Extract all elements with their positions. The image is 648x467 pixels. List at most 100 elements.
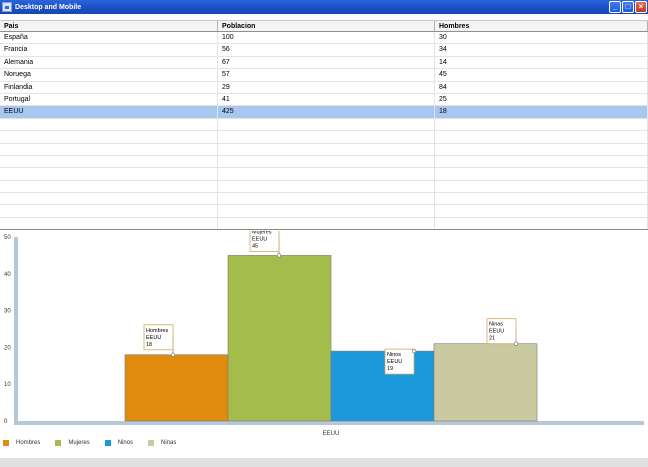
- tooltip-text: Mujeres: [252, 231, 272, 235]
- table-cell: Noruega: [0, 69, 218, 81]
- minimize-icon[interactable]: _: [609, 1, 621, 13]
- chart-canvas: 01020304050EEUUHombresEEUU18MujeresEEUU4…: [4, 231, 644, 437]
- table-cell: 57: [218, 69, 435, 81]
- table-row[interactable]: Portugal 41 25: [0, 93, 648, 107]
- table-cell: [0, 217, 218, 229]
- table-row[interactable]: [0, 168, 648, 181]
- table-cell: [0, 205, 218, 217]
- table-cell: [435, 168, 648, 180]
- chart-legend: Hombres Mujeres Ninos Ninas: [3, 440, 191, 446]
- x-tick-label: EEUU: [323, 431, 340, 437]
- table-header: Pais Poblacion Hombres: [0, 20, 648, 32]
- column-header-hombres[interactable]: Hombres: [435, 21, 648, 31]
- table-cell: 425: [218, 106, 435, 118]
- table-cell: [218, 217, 435, 229]
- window-title: Desktop and Mobile: [15, 3, 82, 11]
- bar-ninos: [330, 350, 435, 422]
- legend-label: Hombres: [16, 440, 41, 446]
- table-cell: EEUU: [0, 106, 218, 118]
- table-cell: Finlandia: [0, 81, 218, 93]
- table-row[interactable]: [0, 155, 648, 169]
- table-cell: 14: [435, 56, 648, 69]
- table-row[interactable]: EEUU 425 18: [0, 106, 648, 119]
- y-tick-label: 20: [4, 345, 11, 351]
- table-row[interactable]: [0, 205, 648, 218]
- table-cell: [218, 180, 435, 193]
- column-header-pais[interactable]: Pais: [0, 21, 218, 31]
- table-cell: [435, 131, 648, 143]
- table-cell: [0, 193, 218, 205]
- close-icon[interactable]: ×: [635, 1, 647, 13]
- table-cell: Alemania: [0, 56, 218, 69]
- table-cell: [218, 168, 435, 180]
- legend-item: Ninas: [148, 440, 176, 446]
- table-cell: [218, 155, 435, 168]
- legend-swatch: [55, 440, 62, 446]
- legend-item: Hombres: [3, 440, 40, 446]
- table-cell: [218, 143, 435, 155]
- bar-hombres: [124, 354, 229, 422]
- table-cell: 67: [218, 56, 435, 69]
- tooltip-text: 19: [387, 366, 393, 372]
- legend-swatch: [148, 440, 155, 446]
- table-cell: [435, 180, 648, 193]
- table-cell: España: [0, 32, 218, 44]
- column-header-poblacion[interactable]: Poblacion: [218, 21, 435, 31]
- tooltip-text: EEUU: [252, 236, 267, 242]
- y-tick-label: 0: [4, 419, 8, 425]
- table-cell: 30: [435, 32, 648, 44]
- table-cell: Francia: [0, 44, 218, 56]
- tooltip-text: 18: [146, 342, 152, 348]
- y-tick-label: 50: [4, 235, 11, 241]
- table-row[interactable]: [0, 131, 648, 144]
- maximize-icon[interactable]: □: [622, 1, 634, 13]
- legend-swatch: [3, 440, 9, 446]
- table-cell: 56: [218, 44, 435, 56]
- table-cell: [0, 118, 218, 131]
- table-cell: [435, 205, 648, 217]
- table-row[interactable]: Francia 56 34: [0, 44, 648, 57]
- legend-label: Ninas: [161, 440, 177, 446]
- y-axis-line: [14, 237, 18, 425]
- tooltip-text: Hombres: [146, 328, 169, 334]
- table-cell: [218, 118, 435, 131]
- legend-item: Mujeres: [55, 440, 90, 446]
- table-cell: [218, 205, 435, 217]
- table-row[interactable]: [0, 193, 648, 206]
- table-row[interactable]: [0, 217, 648, 229]
- tooltip-text: 45: [252, 243, 258, 249]
- table-cell: 45: [435, 69, 648, 81]
- table-cell: 25: [435, 93, 648, 106]
- table-row[interactable]: [0, 118, 648, 132]
- table-cell: [0, 131, 218, 143]
- data-table[interactable]: Pais Poblacion Hombres España 100 30 Franci…: [0, 20, 648, 230]
- table-row[interactable]: [0, 143, 648, 156]
- table-cell: [218, 193, 435, 205]
- table-cell: 100: [218, 32, 435, 44]
- table-cell: [0, 155, 218, 168]
- bar-ninas: [433, 343, 538, 422]
- bar-mujeres: [227, 255, 332, 422]
- table-cell: Portugal: [0, 93, 218, 106]
- table-cell: [435, 217, 648, 229]
- y-tick-label: 40: [4, 272, 11, 278]
- table-cell: [435, 143, 648, 155]
- legend-swatch: [104, 440, 111, 446]
- table-row[interactable]: Noruega 57 45: [0, 69, 648, 82]
- tooltip-anchor-point: [411, 348, 417, 354]
- table-cell: 18: [435, 106, 648, 118]
- table-cell: [435, 193, 648, 205]
- tooltip-text: EEUU: [387, 359, 402, 365]
- table-cell: [0, 168, 218, 180]
- table-row[interactable]: [0, 180, 648, 194]
- y-tick-label: 10: [4, 382, 11, 388]
- table-row[interactable]: España 100 30: [0, 32, 648, 45]
- tooltip-text: 21: [489, 336, 495, 342]
- tooltip-anchor-point: [276, 253, 282, 258]
- table-row[interactable]: Alemania 67 14: [0, 56, 648, 70]
- table-cell: [0, 180, 218, 193]
- table-cell: [218, 131, 435, 143]
- table-row[interactable]: Finlandia 29 84: [0, 81, 648, 94]
- table-cell: 41: [218, 93, 435, 106]
- window-title-bar[interactable]: Desktop and Mobile _ □ ×: [0, 0, 648, 14]
